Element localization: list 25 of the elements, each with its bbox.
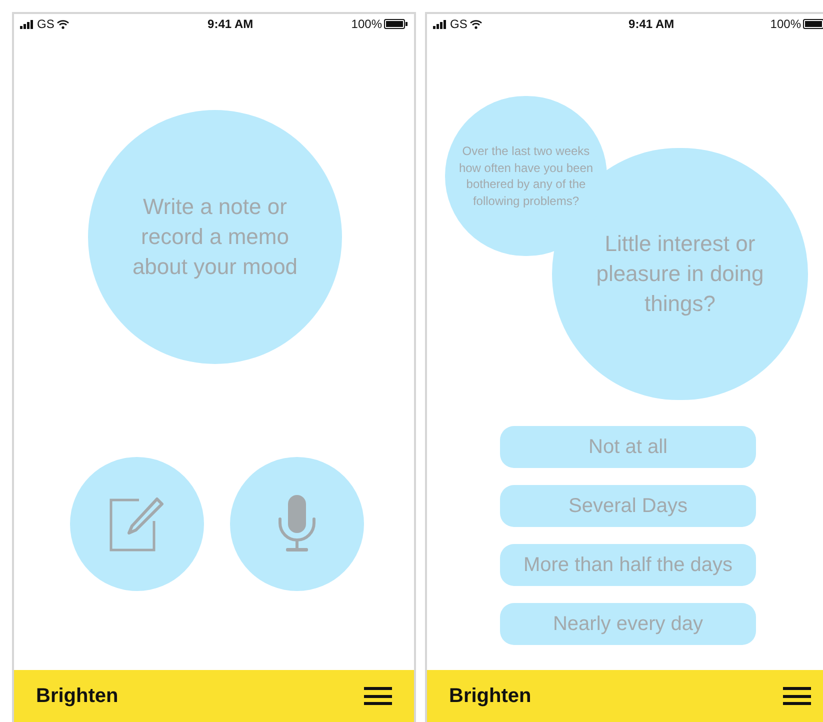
answer-option[interactable]: Not at all: [500, 426, 756, 468]
app-name: Brighten: [36, 684, 118, 709]
intro-text: Over the last two weeks how often have you been bothered by any of the following problems?: [458, 143, 594, 209]
battery-icon: [803, 19, 823, 29]
battery-percent: 100%: [770, 16, 801, 33]
answer-option[interactable]: Nearly every day: [500, 603, 756, 645]
note-edit-icon: [109, 496, 165, 552]
status-time: 9:41 AM: [628, 16, 674, 33]
carrier-name: GS: [450, 16, 468, 33]
signal-icon: [20, 20, 34, 28]
answer-option[interactable]: More than half the days: [500, 544, 756, 586]
app-name: Brighten: [449, 684, 532, 709]
wifi-icon: [470, 20, 482, 28]
wifi-icon: [57, 20, 70, 28]
carrier-name: GS: [37, 16, 54, 33]
menu-button[interactable]: [783, 686, 811, 706]
question-text: Little interest or pleasure in doing things?: [595, 230, 765, 318]
prompt-text: Write a note or record a memo about your mood: [131, 193, 299, 281]
status-time: 9:41 AM: [208, 16, 254, 33]
signal-icon: [433, 20, 447, 28]
battery-percent: 100%: [351, 16, 382, 33]
answer-option[interactable]: Several Days: [500, 485, 756, 527]
microphone-icon: [278, 495, 316, 553]
battery-icon: [384, 19, 408, 29]
menu-button[interactable]: [364, 686, 392, 706]
